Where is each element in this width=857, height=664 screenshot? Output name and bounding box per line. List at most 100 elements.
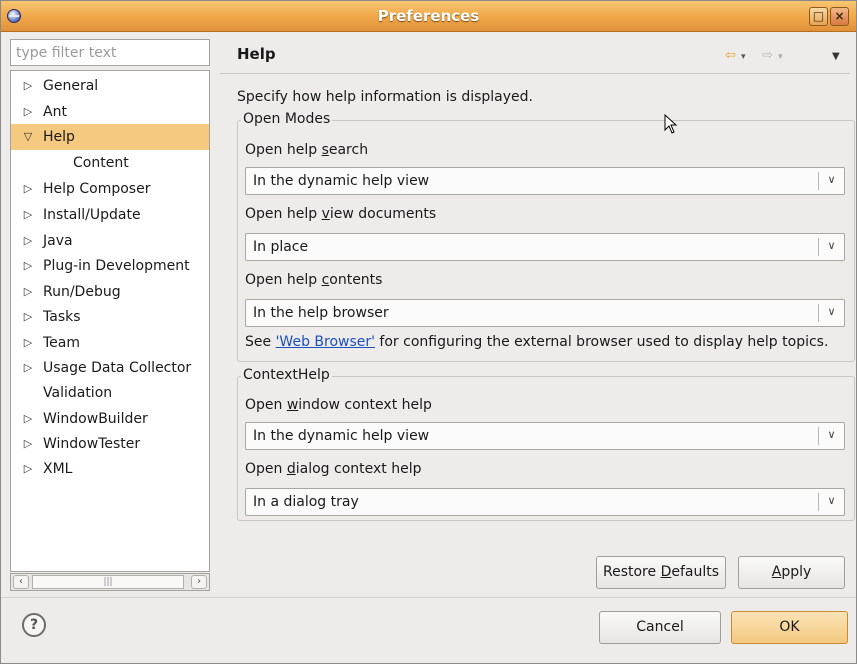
combo-value: In place	[253, 239, 309, 255]
title-bar[interactable]: Preferences □ ×	[1, 1, 856, 32]
tree-horizontal-scrollbar[interactable]: ‹ ||| ›	[10, 573, 210, 591]
back-history-dropdown-icon[interactable]: ▾	[741, 52, 746, 62]
expand-arrow-icon[interactable]: ▷	[21, 176, 35, 202]
filter-field-box	[10, 39, 210, 66]
expand-arrow-icon[interactable]: ▷	[21, 73, 35, 99]
tree-item-ant[interactable]: ▷ Ant	[11, 99, 209, 125]
collapse-arrow-icon[interactable]: ▽	[21, 124, 35, 150]
ok-button[interactable]: OK	[731, 611, 848, 644]
expand-arrow-icon[interactable]: ▷	[21, 304, 35, 330]
tree-item-label: Help Composer	[43, 181, 151, 197]
footer-divider	[1, 597, 856, 598]
maximize-button[interactable]: □	[809, 7, 828, 26]
tree-item-validation[interactable]: Validation	[11, 380, 209, 406]
tree-item-label: Content	[73, 155, 129, 171]
scrollbar-thumb[interactable]: |||	[32, 575, 184, 589]
combo-value: In the dynamic help view	[253, 173, 430, 189]
chevron-down-icon: ∨	[827, 494, 836, 507]
tree-item-run-debug[interactable]: ▷ Run/Debug	[11, 279, 209, 305]
tree-item-label: Tasks	[43, 309, 81, 325]
open-help-contents-label: Open help contents	[245, 272, 383, 288]
tree-item-windowbuilder[interactable]: ▷ WindowBuilder	[11, 406, 209, 432]
expand-arrow-icon[interactable]: ▷	[21, 431, 35, 457]
cancel-button[interactable]: Cancel	[599, 611, 721, 644]
open-window-context-help-label: Open window context help	[245, 397, 432, 413]
tree-item-help[interactable]: ▽ Help	[11, 124, 209, 150]
tree-item-team[interactable]: ▷ Team	[11, 330, 209, 356]
apply-button[interactable]: Apply	[738, 556, 845, 589]
tree-item-label: Install/Update	[43, 207, 141, 223]
tree-item-xml[interactable]: ▷ XML	[11, 456, 209, 482]
page-title: Help	[237, 45, 276, 63]
tree-item-label: XML	[43, 461, 73, 477]
back-arrow-icon[interactable]: ⇦	[725, 48, 736, 63]
web-browser-hint: See 'Web Browser' for configuring the ex…	[245, 334, 829, 350]
view-menu-icon[interactable]: ▼	[832, 51, 840, 62]
chevron-down-icon: ∨	[827, 173, 836, 186]
combo-value: In a dialog tray	[253, 494, 359, 510]
forward-history-dropdown-icon[interactable]: ▾	[778, 52, 783, 62]
tree-item-java[interactable]: ▷ Java	[11, 228, 209, 254]
tree-item-label: Java	[43, 233, 73, 249]
preference-tree: ▷ General ▷ Ant ▽ Help Content ▷ Help Co…	[10, 70, 210, 572]
preferences-dialog: Preferences □ × ▷ General ▷ Ant ▽ Help C…	[0, 0, 857, 664]
tree-item-plugin-development[interactable]: ▷ Plug-in Development	[11, 253, 209, 279]
tree-item-label: General	[43, 78, 99, 94]
web-browser-link[interactable]: 'Web Browser'	[276, 334, 375, 350]
combo-value: In the dynamic help view	[253, 428, 430, 444]
group-title: ContextHelp	[241, 367, 332, 383]
open-modes-group: Open Modes Open help search In the dynam…	[237, 111, 855, 362]
tree-item-label: Usage Data Collector	[43, 360, 192, 376]
expand-arrow-icon[interactable]: ▷	[21, 330, 35, 356]
expand-arrow-icon[interactable]: ▷	[21, 253, 35, 279]
tree-item-help-composer[interactable]: ▷ Help Composer	[11, 176, 209, 202]
tree-item-label: Run/Debug	[43, 284, 121, 300]
mouse-pointer-icon	[664, 114, 678, 134]
context-help-group: ContextHelp Open window context help In …	[237, 367, 855, 521]
filter-input[interactable]	[11, 40, 209, 65]
chevron-down-icon: ∨	[827, 305, 836, 318]
tree-item-label: Plug-in Development	[43, 258, 190, 274]
tree-item-tasks[interactable]: ▷ Tasks	[11, 304, 209, 330]
expand-arrow-icon[interactable]: ▷	[21, 279, 35, 305]
expand-arrow-icon[interactable]: ▷	[21, 202, 35, 228]
expand-arrow-icon[interactable]: ▷	[21, 406, 35, 432]
tree-item-general[interactable]: ▷ General	[11, 73, 209, 99]
tree-item-label: Team	[43, 335, 81, 351]
group-title: Open Modes	[241, 111, 333, 127]
tree-item-install-update[interactable]: ▷ Install/Update	[11, 202, 209, 228]
expand-arrow-icon[interactable]: ▷	[21, 228, 35, 254]
open-help-search-label: Open help search	[245, 142, 369, 158]
scroll-right-icon[interactable]: ›	[191, 575, 207, 589]
open-help-search-combo[interactable]: In the dynamic help view ∨	[245, 167, 845, 195]
page-description: Specify how help information is displaye…	[237, 89, 533, 105]
expand-arrow-icon[interactable]: ▷	[21, 456, 35, 482]
page-header: Help ⇦ ▾ ⇨ ▾ ▼	[220, 36, 850, 74]
help-icon[interactable]: ?	[22, 613, 46, 637]
forward-arrow-icon[interactable]: ⇨	[762, 48, 773, 63]
open-dialog-context-help-label: Open dialog context help	[245, 461, 422, 477]
tree-item-label: Ant	[43, 104, 67, 120]
expand-arrow-icon[interactable]: ▷	[21, 99, 35, 125]
tree-item-label: Help	[43, 129, 75, 145]
scroll-left-icon[interactable]: ‹	[13, 575, 29, 589]
tree-item-windowtester[interactable]: ▷ WindowTester	[11, 431, 209, 457]
tree-item-usage-data-collector[interactable]: ▷ Usage Data Collector	[11, 355, 209, 381]
tree-item-content[interactable]: Content	[11, 150, 209, 176]
open-help-view-documents-label: Open help view documents	[245, 206, 437, 222]
chevron-down-icon: ∨	[827, 239, 836, 252]
restore-defaults-button[interactable]: Restore Defaults	[596, 556, 726, 589]
open-help-contents-combo[interactable]: In the help browser ∨	[245, 299, 845, 327]
chevron-down-icon: ∨	[827, 428, 836, 441]
tree-item-label: WindowBuilder	[43, 411, 148, 427]
preference-page: Help ⇦ ▾ ⇨ ▾ ▼ Specify how help informat…	[220, 36, 855, 596]
window-title: Preferences	[377, 7, 480, 25]
close-button[interactable]: ×	[830, 7, 849, 26]
open-window-context-help-combo[interactable]: In the dynamic help view ∨	[245, 422, 845, 450]
tree-item-label: Validation	[43, 385, 113, 401]
open-dialog-context-help-combo[interactable]: In a dialog tray ∨	[245, 488, 845, 516]
expand-arrow-icon[interactable]: ▷	[21, 355, 35, 381]
combo-value: In the help browser	[253, 305, 389, 321]
tree-item-label: WindowTester	[43, 436, 141, 452]
open-help-view-documents-combo[interactable]: In place ∨	[245, 233, 845, 261]
